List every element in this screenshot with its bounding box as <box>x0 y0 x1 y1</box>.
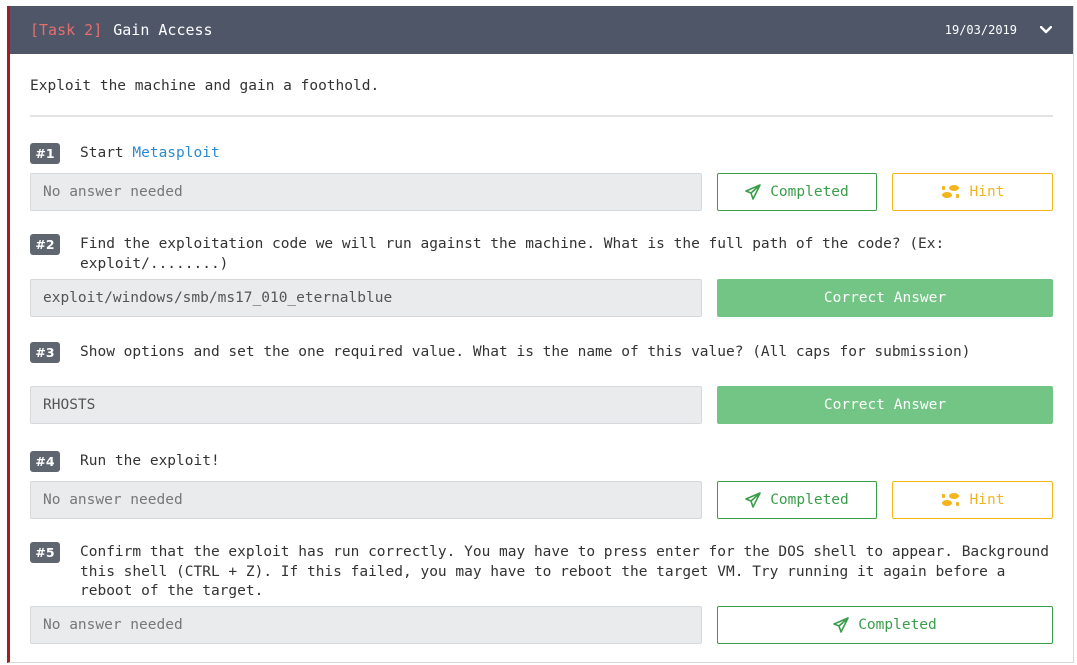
question-number-badge: #5 <box>30 542 60 563</box>
completed-button[interactable]: Completed <box>717 606 1053 644</box>
hint-button[interactable]: Hint <box>892 481 1053 519</box>
task-panel: [Task 2] Gain Access 19/03/2019 Exploit … <box>7 6 1074 663</box>
completed-button[interactable]: Completed <box>717 173 877 211</box>
question-number-badge: #4 <box>30 451 60 472</box>
task-title: Gain Access <box>113 21 213 39</box>
answer-field[interactable]: No answer needed <box>30 481 702 519</box>
question-2: #2 Find the exploitation code we will ru… <box>30 234 1055 317</box>
hint-button[interactable]: Hint <box>892 173 1053 211</box>
question-text: Run the exploit! <box>80 453 220 469</box>
chevron-down-icon[interactable] <box>1039 23 1053 37</box>
task-description: Exploit the machine and gain a foothold. <box>30 78 380 94</box>
divider <box>30 115 1053 117</box>
completed-button[interactable]: Completed <box>717 481 877 519</box>
correct-answer-button[interactable]: Correct Answer <box>717 386 1053 424</box>
answer-field[interactable]: No answer needed <box>30 173 702 211</box>
paper-plane-icon <box>833 617 850 633</box>
question-number-badge: #3 <box>30 342 60 363</box>
completed-label: Completed <box>858 617 937 633</box>
correct-answer-button[interactable]: Correct Answer <box>717 279 1053 317</box>
question-3: #3 Show options and set the one required… <box>30 342 1055 424</box>
answer-field[interactable]: RHOSTS <box>30 386 702 424</box>
question-text: Confirm that the exploit has run correct… <box>80 544 1050 599</box>
completed-label: Completed <box>770 492 849 508</box>
question-text: Find the exploitation code we will run a… <box>80 236 945 272</box>
task-body: Exploit the machine and gain a foothold. <box>10 78 1073 117</box>
paper-plane-icon <box>745 492 762 508</box>
metasploit-link[interactable]: Metasploit <box>132 145 219 161</box>
paper-plane-icon <box>745 184 762 200</box>
question-number-badge: #2 <box>30 234 60 255</box>
question-4: #4 Run the exploit! No answer needed Com… <box>30 451 1055 519</box>
question-text-prefix: Start <box>80 145 133 161</box>
question-5: #5 Confirm that the exploit has run corr… <box>30 542 1055 644</box>
task-header[interactable]: [Task 2] Gain Access 19/03/2019 <box>10 6 1073 54</box>
question-text: Start Metasploit <box>80 144 220 164</box>
hint-label: Hint <box>969 492 1005 508</box>
question-number-badge: #1 <box>30 143 60 164</box>
question-1: #1 Start Metasploit No answer needed Com… <box>30 143 1055 211</box>
completed-label: Completed <box>770 184 849 200</box>
answer-field[interactable]: exploit/windows/smb/ms17_010_eternalblue <box>30 279 702 317</box>
task-date: 19/03/2019 <box>944 23 1017 37</box>
question-text: Show options and set the one required va… <box>80 344 971 360</box>
footprints-icon <box>941 492 961 508</box>
task-tag: [Task 2] <box>30 21 103 39</box>
footprints-icon <box>941 184 961 200</box>
answer-field[interactable]: No answer needed <box>30 606 702 644</box>
hint-label: Hint <box>969 184 1005 200</box>
